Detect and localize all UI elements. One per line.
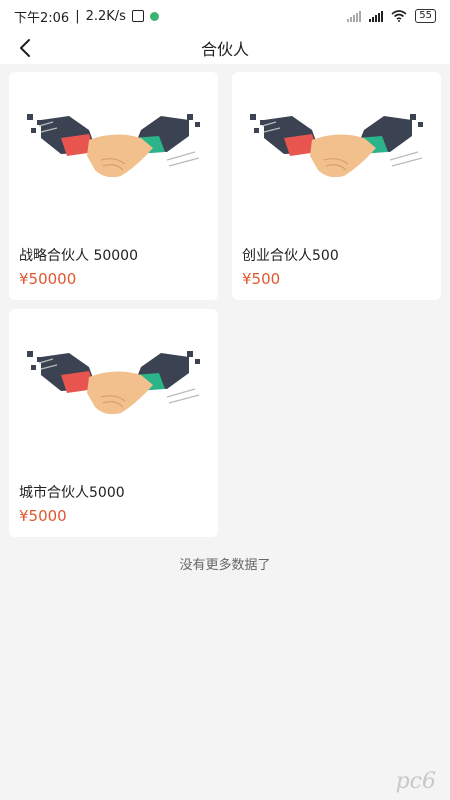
status-bar: 下午2:06 | 2.2K/s 55 [0,0,450,32]
product-price: ¥50000 [19,270,77,288]
battery-icon: 55 [415,9,436,23]
handshake-image [240,108,436,200]
status-speed: 2.2K/s [85,8,126,24]
app-notification-icon [149,11,159,21]
product-title: 创业合伙人500 [242,248,339,264]
product-card[interactable]: 战略合伙人 50000 ¥50000 [9,72,218,300]
back-arrow-icon[interactable] [16,36,36,60]
no-more-data-text: 没有更多数据了 [179,558,271,573]
product-title: 城市合伙人5000 [19,485,125,501]
product-card[interactable]: 城市合伙人5000 ¥5000 [9,309,218,537]
wifi-icon [391,10,407,22]
product-title: 战略合伙人 50000 [19,248,138,264]
handshake-image [17,345,213,437]
product-price: ¥5000 [19,507,67,525]
status-right: 55 [347,9,436,23]
signal-icon [369,10,384,22]
page-title: 合伙人 [200,40,249,59]
status-divider: | [75,8,80,24]
product-price: ¥500 [242,270,281,288]
status-time: 下午2:06 [14,10,70,26]
product-card[interactable]: 创业合伙人500 ¥500 [232,72,441,300]
signal-weak-icon [347,10,362,22]
handshake-image [17,108,213,200]
watermark-logo: pc6 [395,769,436,794]
status-left: 下午2:06 | 2.2K/s [14,7,159,26]
nav-bar: 合伙人 [0,32,450,64]
nfc-icon [131,10,144,22]
